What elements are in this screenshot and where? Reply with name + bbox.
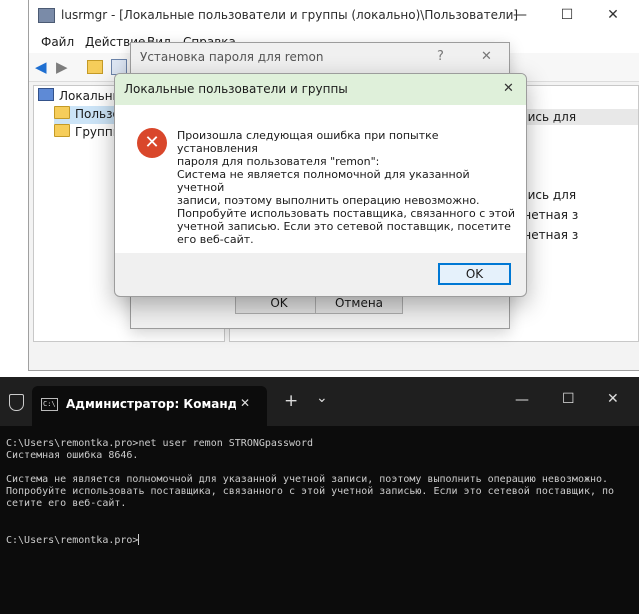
menu-file[interactable]: Файл (41, 35, 74, 49)
close-icon[interactable]: ✕ (503, 81, 514, 96)
back-arrow-icon[interactable]: ◀ (35, 58, 47, 76)
lusrmgr-title: lusrmgr - [Локальные пользователи и груп… (61, 8, 519, 22)
error-icon: ✕ (137, 128, 167, 158)
error-dialog-titlebar[interactable]: Локальные пользователи и группы ✕ (115, 74, 526, 105)
ok-button[interactable]: OK (438, 263, 511, 285)
computer-icon (38, 88, 54, 101)
close-icon[interactable]: ✕ (592, 0, 634, 31)
up-folder-icon[interactable] (87, 60, 103, 74)
maximize-icon[interactable]: ☐ (562, 391, 575, 407)
error-dialog: Локальные пользователи и группы ✕ ✕ Прои… (114, 73, 527, 297)
error-message-detail: Система не является полномочной для указ… (177, 168, 516, 246)
cmd-icon: C:\ (41, 398, 58, 411)
terminal-tabstrip: C:\ Администратор: Командная с ✕ + ⌄ — ☐… (0, 377, 639, 426)
folder-icon (54, 106, 70, 119)
terminal-tab-title: Администратор: Командная с (66, 397, 236, 411)
folder-icon (54, 124, 70, 137)
minimize-icon[interactable]: — (499, 0, 541, 31)
chevron-down-icon[interactable]: ⌄ (316, 390, 328, 406)
terminal-tab[interactable]: C:\ Администратор: Командная с ✕ (32, 386, 267, 426)
terminal-output[interactable]: C:\Users\remontka.pro>net user remon STR… (6, 438, 614, 547)
minimize-icon[interactable]: — (515, 392, 529, 408)
text-cursor (138, 534, 140, 545)
terminal-line: Попробуйте использовать поставщика, связ… (6, 486, 615, 497)
terminal-window: C:\ Администратор: Командная с ✕ + ⌄ — ☐… (0, 377, 639, 614)
shield-icon (9, 394, 24, 411)
close-tab-icon[interactable]: ✕ (240, 396, 250, 410)
error-message-header: Произошла следующая ошибка при попытке у… (177, 129, 439, 168)
new-tab-icon[interactable]: + (284, 391, 298, 411)
terminal-line: C:\Users\remontka.pro>net user remon STR… (6, 438, 314, 449)
terminal-line: сетите его веб-сайт. (6, 498, 127, 509)
terminal-line: Система не является полномочной для указ… (6, 474, 609, 485)
lusrmgr-titlebar[interactable]: lusrmgr - [Локальные пользователи и груп… (29, 0, 639, 31)
tree-root-label: Локальны (59, 89, 123, 103)
help-icon[interactable]: ? (437, 49, 444, 64)
tree-root[interactable]: Локальны (38, 88, 122, 106)
terminal-prompt: C:\Users\remontka.pro> (6, 535, 139, 546)
lusrmgr-app-icon (38, 8, 55, 23)
set-password-title: Установка пароля для remon (140, 50, 324, 64)
maximize-icon[interactable]: ☐ (546, 0, 588, 31)
close-icon[interactable]: ✕ (607, 391, 619, 407)
terminal-line: Системная ошибка 8646. (6, 450, 139, 461)
forward-arrow-icon[interactable]: ▶ (56, 58, 68, 76)
error-dialog-title: Локальные пользователи и группы (124, 82, 348, 96)
close-icon[interactable]: ✕ (481, 49, 492, 64)
tree-item-groups[interactable]: Группы (54, 124, 122, 142)
